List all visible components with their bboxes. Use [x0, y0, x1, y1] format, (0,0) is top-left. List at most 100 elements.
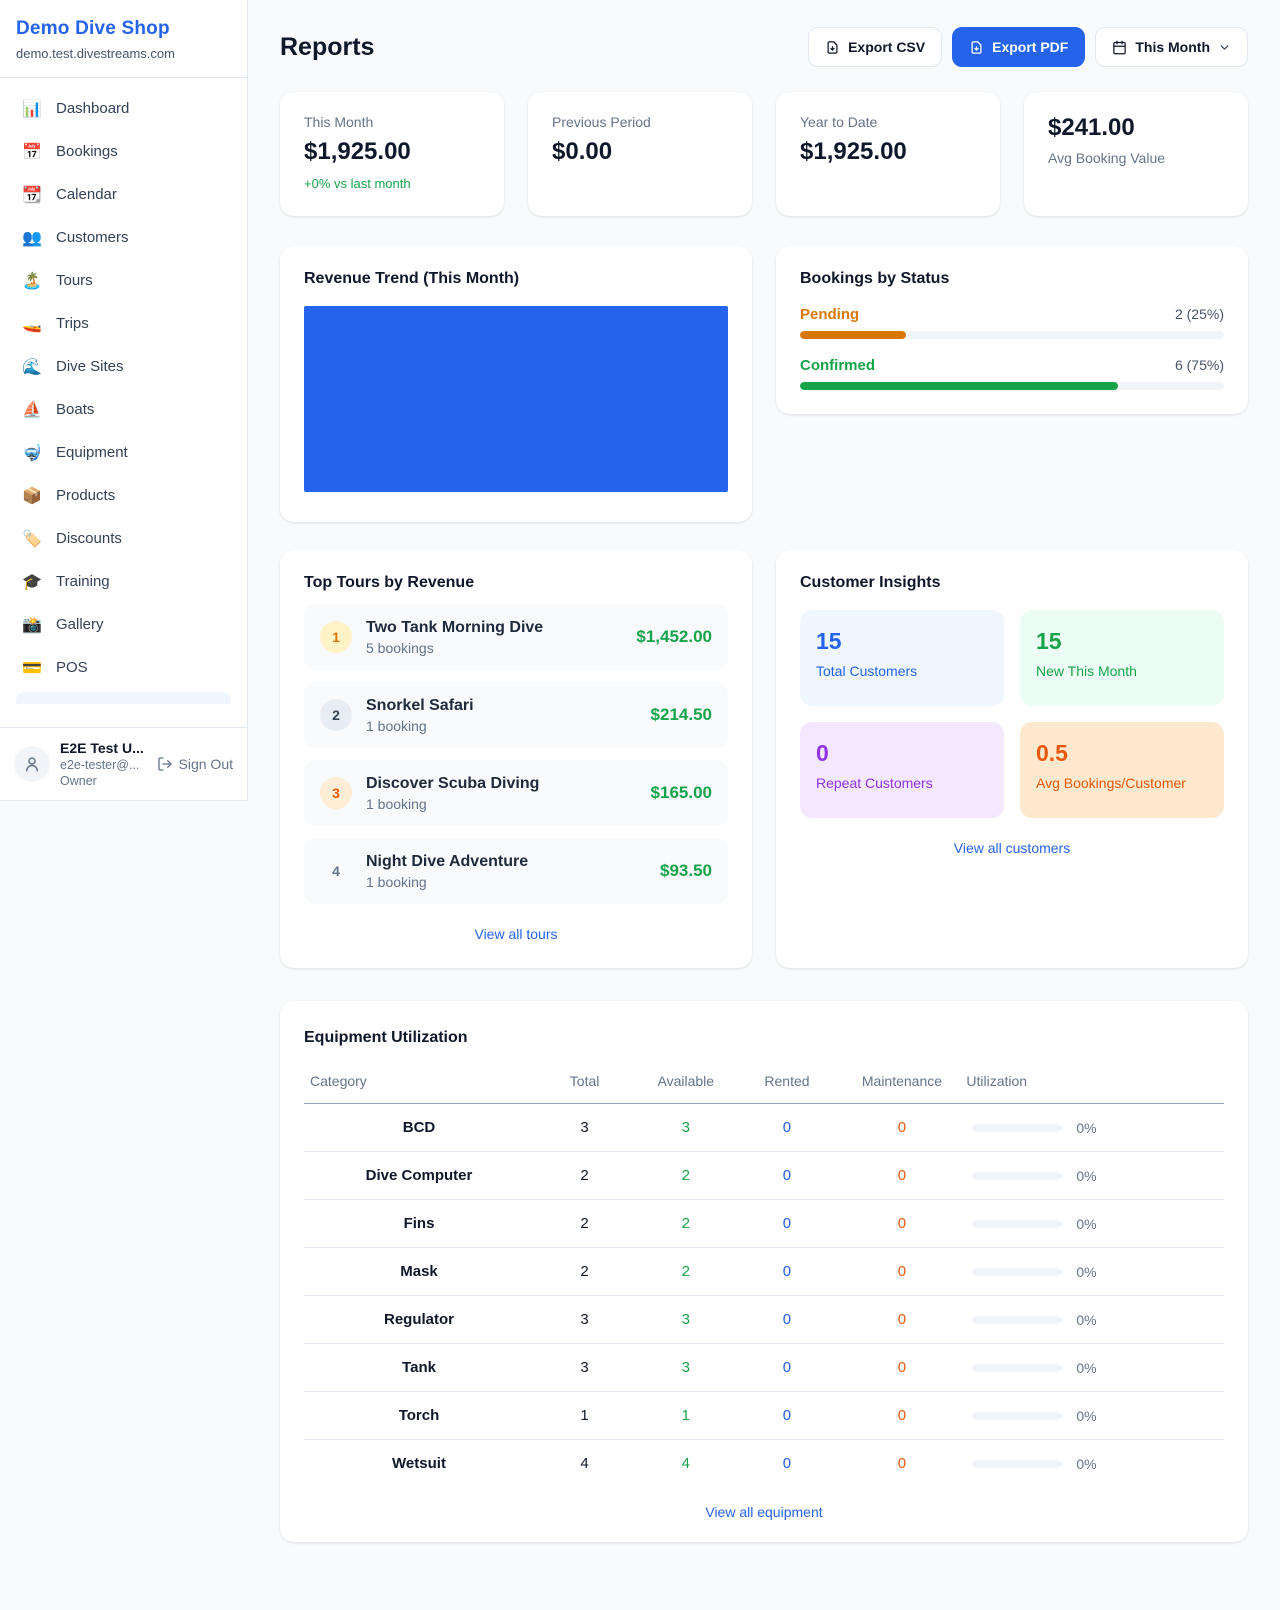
cell-total: 4	[534, 1440, 635, 1488]
sidebar-item-dashboard[interactable]: 📊 Dashboard	[8, 90, 239, 127]
sidebar: Demo Dive Shop demo.test.divestreams.com…	[0, 0, 248, 801]
sidebar-item-customers[interactable]: 👥 Customers	[8, 219, 239, 256]
user-role: Owner	[60, 774, 147, 788]
cell-maintenance: 0	[838, 1248, 967, 1296]
stat-value: $1,925.00	[800, 138, 976, 166]
sidebar-item-label: Tours	[56, 272, 93, 289]
period-dropdown[interactable]: This Month	[1095, 27, 1248, 67]
top-tours-card: Top Tours by Revenue 1 Two Tank Morning …	[280, 550, 752, 968]
sidebar-item-products[interactable]: 📦 Products	[8, 477, 239, 514]
rank-badge: 4	[320, 855, 352, 887]
view-all-customers-link[interactable]: View all customers	[954, 840, 1070, 856]
cell-maintenance: 0	[838, 1200, 967, 1248]
view-all-equipment-link[interactable]: View all equipment	[705, 1504, 822, 1520]
cell-rented: 0	[736, 1392, 837, 1440]
sidebar-item-reports-partial[interactable]	[16, 692, 231, 704]
table-row: Tank3300 0%	[304, 1344, 1224, 1392]
sidebar-item-equipment[interactable]: 🤿 Equipment	[8, 434, 239, 471]
page-title: Reports	[280, 33, 374, 62]
sidebar-item-discounts[interactable]: 🏷️ Discounts	[8, 520, 239, 557]
sidebar-item-dive-sites[interactable]: 🌊 Dive Sites	[8, 348, 239, 385]
tour-revenue: $214.50	[651, 705, 712, 725]
rank-badge: 3	[320, 777, 352, 809]
sidebar-item-bookings[interactable]: 📅 Bookings	[8, 133, 239, 170]
utilization-bar	[972, 1172, 1062, 1180]
sidebar-item-pos[interactable]: 💳 POS	[8, 649, 239, 686]
sailboat-icon: ⛵	[22, 400, 42, 420]
sidebar-item-boats[interactable]: ⛵ Boats	[8, 391, 239, 428]
cell-category: Wetsuit	[304, 1440, 534, 1488]
cell-category: Mask	[304, 1248, 534, 1296]
tour-list-item: 3 Discover Scuba Diving 1 booking $165.0…	[304, 760, 728, 826]
tile-label: Repeat Customers	[816, 775, 988, 791]
status-count: 2 (25%)	[1175, 306, 1224, 322]
shop-domain: demo.test.divestreams.com	[16, 46, 231, 61]
tile-value: 15	[1036, 628, 1208, 655]
stat-label: Year to Date	[800, 114, 976, 130]
tour-name: Snorkel Safari	[366, 697, 637, 715]
credit-card-icon: 💳	[22, 658, 42, 678]
revenue-trend-title: Revenue Trend (This Month)	[304, 270, 728, 288]
cell-category: Dive Computer	[304, 1152, 534, 1200]
sign-out-button[interactable]: Sign Out	[157, 756, 233, 772]
revenue-trend-card: Revenue Trend (This Month)	[280, 246, 752, 522]
trips-boat-icon: 🚤	[22, 314, 42, 334]
sign-out-icon	[157, 756, 173, 772]
status-label: Confirmed	[800, 357, 875, 374]
cell-total: 1	[534, 1392, 635, 1440]
utilization-percent: 0%	[1076, 1312, 1096, 1328]
sidebar-item-tours[interactable]: 🏝️ Tours	[8, 262, 239, 299]
cell-available: 2	[635, 1248, 736, 1296]
cell-rented: 0	[736, 1344, 837, 1392]
sidebar-item-gallery[interactable]: 📸 Gallery	[8, 606, 239, 643]
cell-maintenance: 0	[838, 1344, 967, 1392]
cell-maintenance: 0	[838, 1296, 967, 1344]
table-row: Mask2200 0%	[304, 1248, 1224, 1296]
view-all-tours-link[interactable]: View all tours	[474, 926, 557, 942]
stat-value: $0.00	[552, 138, 728, 166]
utilization-percent: 0%	[1076, 1120, 1096, 1136]
table-row: Regulator3300 0%	[304, 1296, 1224, 1344]
tour-bookings: 5 bookings	[366, 640, 622, 656]
status-row-confirmed: Confirmed 6 (75%)	[800, 357, 1224, 390]
tour-revenue: $165.00	[651, 783, 712, 803]
insight-grid: 15 Total Customers 15 New This Month 0 R…	[800, 610, 1224, 818]
package-icon: 📦	[22, 486, 42, 506]
cell-maintenance: 0	[838, 1152, 967, 1200]
stat-value: $241.00	[1048, 114, 1224, 142]
cell-category: Torch	[304, 1392, 534, 1440]
utilization-percent: 0%	[1076, 1408, 1096, 1424]
sidebar-item-trips[interactable]: 🚤 Trips	[8, 305, 239, 342]
status-row-pending: Pending 2 (25%)	[800, 306, 1224, 339]
stats-row: This Month $1,925.00 +0% vs last month P…	[280, 92, 1248, 216]
tile-label: Total Customers	[816, 663, 988, 679]
sidebar-item-training[interactable]: 🎓 Training	[8, 563, 239, 600]
tile-value: 15	[816, 628, 988, 655]
sidebar-item-label: POS	[56, 659, 88, 676]
col-category: Category	[304, 1063, 534, 1104]
cell-total: 2	[534, 1152, 635, 1200]
cell-total: 3	[534, 1296, 635, 1344]
avatar	[14, 746, 50, 782]
stat-delta: +0% vs last month	[304, 176, 480, 191]
utilization-percent: 0%	[1076, 1360, 1096, 1376]
sidebar-item-label: Bookings	[56, 143, 118, 160]
cell-utilization: 0%	[966, 1104, 1224, 1152]
stat-label: Previous Period	[552, 114, 728, 130]
cell-total: 3	[534, 1344, 635, 1392]
tile-total-customers: 15 Total Customers	[800, 610, 1004, 706]
export-csv-button[interactable]: Export CSV	[808, 27, 942, 67]
stat-label: This Month	[304, 114, 480, 130]
tile-avg-bookings: 0.5 Avg Bookings/Customer	[1020, 722, 1224, 818]
col-utilization: Utilization	[966, 1063, 1224, 1104]
tour-revenue: $93.50	[660, 861, 712, 881]
table-row: Torch1100 0%	[304, 1392, 1224, 1440]
charts-row: Revenue Trend (This Month) Bookings by S…	[280, 246, 1248, 522]
tour-list-item: 1 Two Tank Morning Dive 5 bookings $1,45…	[304, 604, 728, 670]
export-pdf-button[interactable]: Export PDF	[952, 27, 1085, 67]
sidebar-item-calendar[interactable]: 📆 Calendar	[8, 176, 239, 213]
page-header: Reports Export CSV Export PDF This Month	[280, 26, 1248, 68]
sidebar-item-label: Calendar	[56, 186, 117, 203]
cell-rented: 0	[736, 1296, 837, 1344]
file-download-icon	[969, 40, 984, 55]
